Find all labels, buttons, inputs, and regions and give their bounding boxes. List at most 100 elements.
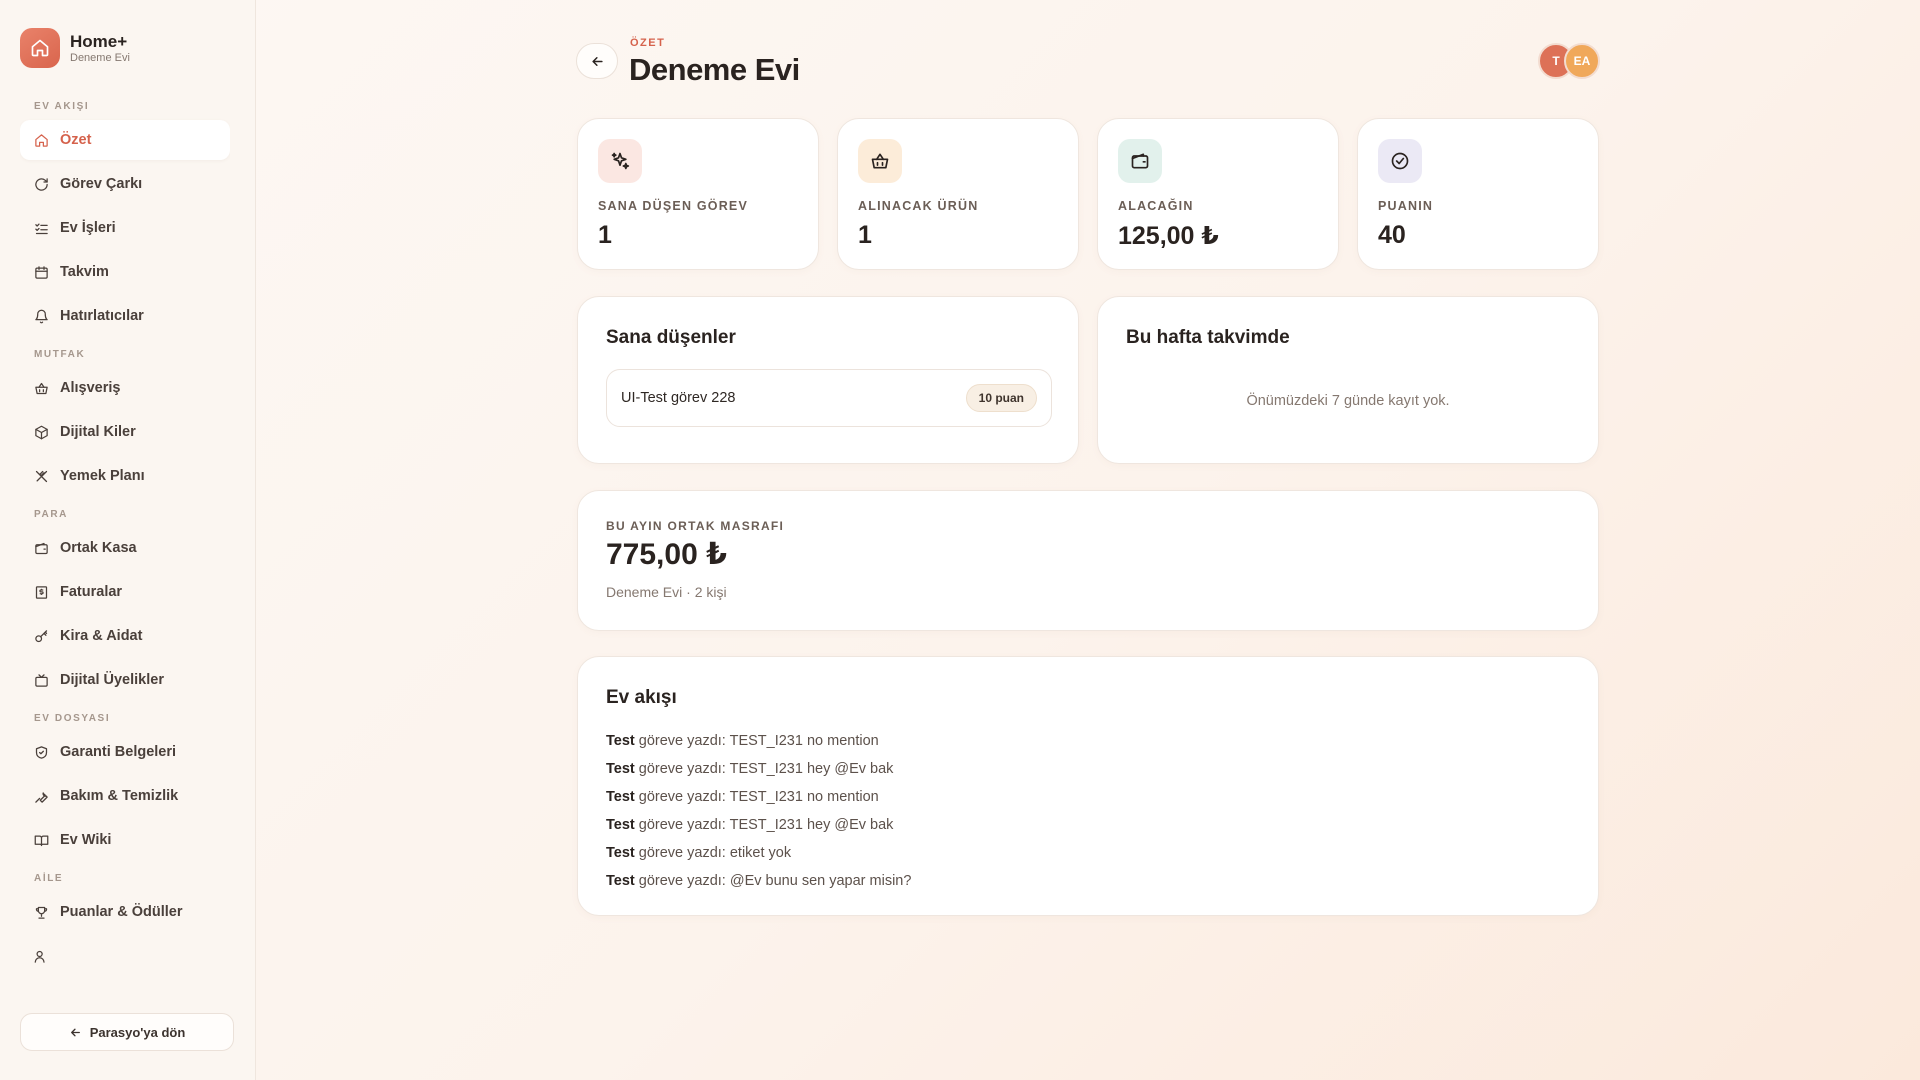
assigned-tasks-card: Sana düşenler UI-Test görev 228 10 puan: [577, 296, 1079, 464]
task-name: UI-Test görev 228: [621, 390, 736, 406]
brand-subtitle: Deneme Evi: [70, 51, 130, 64]
stat-label: SANA DÜŞEN GÖREV: [598, 199, 749, 213]
expense-value: 775,00 ₺: [606, 538, 727, 571]
header-back-button[interactable]: [576, 43, 618, 79]
points-badge: 10 puan: [965, 384, 1037, 412]
stat-card-points[interactable]: PUANIN 40: [1357, 118, 1599, 270]
tv-icon: [35, 673, 48, 687]
monthly-expense-card[interactable]: BU AYIN ORTAK MASRAFI 775,00 ₺ Deneme Ev…: [577, 490, 1599, 631]
wallet-icon: [1118, 139, 1162, 183]
sidebar-item-dijital-uyelikler[interactable]: Dijital Üyelikler: [20, 660, 230, 700]
check-circle-icon: [1378, 139, 1422, 183]
feed-text: göreve yazdı: TEST_I231 no mention: [638, 789, 879, 805]
stat-value: 125,00 ₺: [1118, 222, 1219, 250]
basket-icon: [35, 382, 48, 394]
back-button-label: Parasyo'ya dön: [89, 1024, 186, 1040]
sidebar-item-label: Görev Çarkı: [60, 176, 143, 192]
sidebar-item-label: Kira & Aidat: [60, 628, 143, 644]
home-icon: [35, 133, 48, 147]
sidebar-item-label: Özet: [60, 132, 92, 148]
sidebar-item-gorev-carki[interactable]: Görev Çarkı: [20, 164, 230, 204]
sidebar-item-label: Garanti Belgeleri: [60, 744, 177, 760]
sidebar-item-label: Ortak Kasa: [60, 540, 137, 556]
feed-text: göreve yazdı: @Ev bunu sen yapar misin?: [638, 873, 912, 889]
arrow-left-icon: [70, 1028, 80, 1036]
sidebar-item-label: Dijital Kiler: [60, 424, 136, 440]
card-title: Bu hafta takvimde: [1126, 327, 1290, 348]
feed-user: Test: [606, 873, 635, 889]
sidebar-item-label: Alışveriş: [60, 380, 121, 396]
feed-user: Test: [606, 733, 635, 749]
back-to-parasyo-button[interactable]: Parasyo'ya dön: [20, 1013, 234, 1051]
sidebar-nav: EV AKIŞI Özet Görev Çarkı Ev İşleri Takv…: [20, 98, 230, 988]
sidebar-item-label: Bakım & Temizlik: [60, 788, 179, 804]
feed-item[interactable]: Test göreve yazdı: @Ev bunu sen yapar mi…: [606, 867, 911, 895]
users-icon: [34, 950, 45, 963]
stat-label: ALACAĞIN: [1118, 199, 1194, 213]
nav-section-title: EV DOSYASI: [34, 713, 111, 724]
member-avatars[interactable]: T EA: [1538, 43, 1600, 79]
rotate-icon: [35, 177, 48, 191]
nav-section-title: AİLE: [34, 873, 64, 884]
sidebar-item-partial[interactable]: [20, 936, 230, 976]
feed-list: Test göreve yazdı: TEST_I231 no mention …: [606, 727, 911, 895]
avatar[interactable]: EA: [1564, 43, 1600, 79]
feed-user: Test: [606, 789, 635, 805]
utensils-icon: [35, 470, 48, 482]
task-item[interactable]: UI-Test görev 228 10 puan: [606, 369, 1052, 427]
card-title: Ev akışı: [606, 687, 677, 708]
sidebar-item-ev-wiki[interactable]: Ev Wiki: [20, 820, 230, 860]
sidebar: Home+ Deneme Evi EV AKIŞI Özet Görev Çar…: [0, 0, 256, 1080]
brand-name: Home+: [70, 31, 128, 51]
sidebar-item-kira-aidat[interactable]: Kira & Aidat: [20, 616, 230, 656]
sidebar-item-label: Ev Wiki: [60, 832, 112, 848]
sidebar-item-garanti-belgeleri[interactable]: Garanti Belgeleri: [20, 732, 230, 772]
feed-text: göreve yazdı: TEST_I231 hey @Ev bak: [638, 761, 894, 777]
stat-value: 1: [858, 221, 872, 249]
nav-section-title: EV AKIŞI: [34, 101, 90, 112]
stat-card-tasks[interactable]: SANA DÜŞEN GÖREV 1: [577, 118, 819, 270]
sidebar-item-alisveris[interactable]: Alışveriş: [20, 368, 230, 408]
stat-card-shopping[interactable]: ALINACAK ÜRÜN 1: [837, 118, 1079, 270]
basket-icon: [858, 139, 902, 183]
wallet-icon: [35, 542, 48, 554]
list-check-icon: [35, 223, 48, 234]
house-feed-card: Ev akışı Test göreve yazdı: TEST_I231 no…: [577, 656, 1599, 916]
sidebar-item-label: Ev İşleri: [60, 220, 116, 236]
page-title: Deneme Evi: [629, 52, 800, 87]
sidebar-item-ev-isleri[interactable]: Ev İşleri: [20, 208, 230, 248]
feed-item[interactable]: Test göreve yazdı: TEST_I231 hey @Ev bak: [606, 755, 911, 783]
nav-section-title: MUTFAK: [34, 349, 86, 360]
sidebar-item-label: Faturalar: [60, 584, 123, 600]
sparkles-icon: [598, 139, 642, 183]
feed-item[interactable]: Test göreve yazdı: TEST_I231 no mention: [606, 783, 911, 811]
receipt-icon: [35, 585, 48, 599]
sidebar-item-label: Hatırlatıcılar: [60, 308, 144, 324]
sidebar-item-dijital-kiler[interactable]: Dijital Kiler: [20, 412, 230, 452]
sidebar-item-puanlar-oduller[interactable]: Puanlar & Ödüller: [20, 892, 230, 932]
sidebar-item-ortak-kasa[interactable]: Ortak Kasa: [20, 528, 230, 568]
wrench-icon: [35, 791, 48, 803]
feed-item[interactable]: Test göreve yazdı: TEST_I231 hey @Ev bak: [606, 811, 911, 839]
nav-section-title: PARA: [34, 509, 68, 520]
feed-item[interactable]: Test göreve yazdı: etiket yok: [606, 839, 911, 867]
feed-item[interactable]: Test göreve yazdı: TEST_I231 no mention: [606, 727, 911, 755]
sidebar-item-takvim[interactable]: Takvim: [20, 252, 230, 292]
feed-text: göreve yazdı: TEST_I231 hey @Ev bak: [638, 817, 894, 833]
feed-user: Test: [606, 817, 635, 833]
sidebar-item-hatirlaticilar[interactable]: Hatırlatıcılar: [20, 296, 230, 336]
sidebar-item-yemek-plani[interactable]: Yemek Planı: [20, 456, 230, 496]
expense-subtitle: Deneme Evi · 2 kişi: [606, 584, 727, 600]
card-title: Sana düşenler: [606, 327, 736, 348]
weekly-calendar-card: Bu hafta takvimde Önümüzdeki 7 günde kay…: [1097, 296, 1599, 464]
stat-label: ALINACAK ÜRÜN: [858, 199, 979, 213]
sidebar-item-label: Takvim: [60, 264, 109, 280]
brand[interactable]: Home+ Deneme Evi: [20, 28, 130, 68]
sidebar-item-faturalar[interactable]: Faturalar: [20, 572, 230, 612]
stat-card-receivable[interactable]: ALACAĞIN 125,00 ₺: [1097, 118, 1339, 270]
home-logo-icon: [20, 28, 60, 68]
sidebar-item-bakim-temizlik[interactable]: Bakım & Temizlik: [20, 776, 230, 816]
feed-user: Test: [606, 761, 635, 777]
expense-label: BU AYIN ORTAK MASRAFI: [606, 519, 785, 533]
sidebar-item-ozet[interactable]: Özet: [20, 120, 230, 160]
